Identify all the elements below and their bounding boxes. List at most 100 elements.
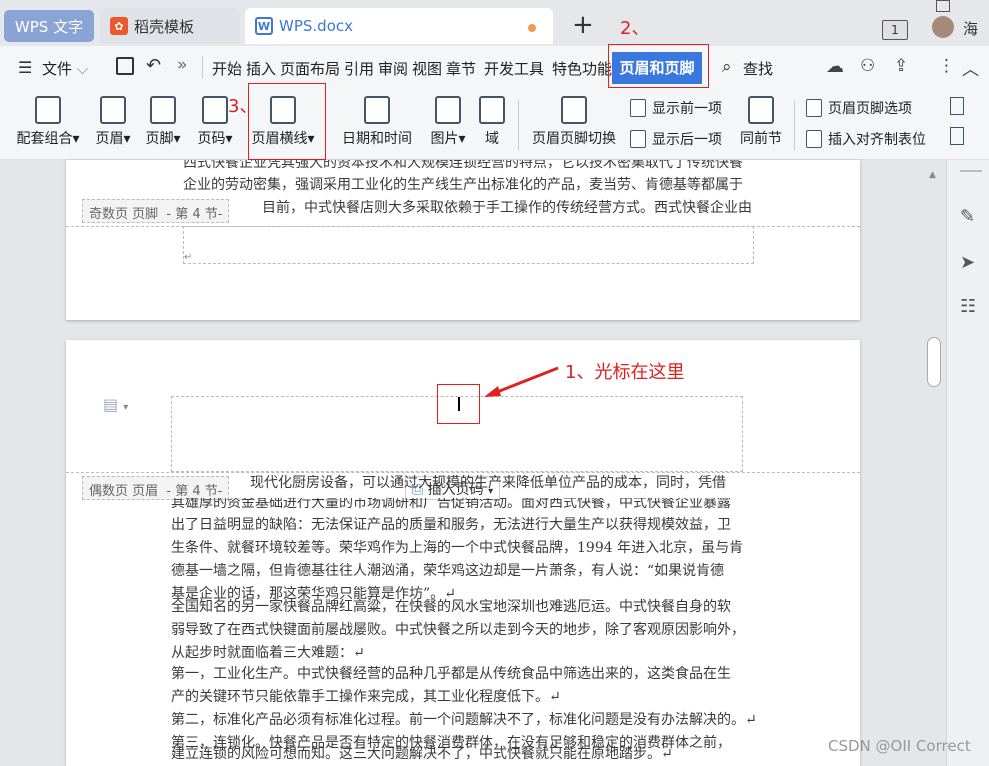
doc-line: 目前，中式快餐店则大多采取依赖于手工操作的传统经营方式。西式快餐企业由	[262, 200, 752, 216]
window-count-badge[interactable]: 1	[882, 20, 908, 40]
paragraph-mark: ↵	[184, 252, 193, 263]
divider	[202, 56, 203, 78]
insert-align-tab-button[interactable]: 插入对齐制表位	[806, 129, 926, 149]
menu-item-5[interactable]: 视图	[412, 58, 442, 79]
set-combo-label: 配套组合	[16, 131, 73, 147]
show-previous-label: 显示前一项	[652, 101, 722, 117]
menu-item-8[interactable]: 特色功能	[552, 58, 612, 79]
divider	[794, 100, 795, 150]
footer-label: 页脚	[145, 131, 174, 147]
undo-icon[interactable]: ↶	[146, 55, 161, 76]
menu-item-4[interactable]: 审阅	[378, 58, 408, 79]
show-next-button[interactable]: 显示后一项	[630, 129, 722, 149]
tab-document[interactable]: W WPS.docx	[245, 8, 553, 44]
maximize-icon[interactable]	[936, 0, 950, 12]
overflow-icon-2[interactable]	[950, 127, 964, 145]
menu-item-3[interactable]: 引用	[344, 58, 374, 79]
doc-line: 现代化厨房设备，可以通过大规模的生产来降低单位产品的成本，同时，凭借	[250, 475, 726, 491]
user-name[interactable]: 海	[963, 18, 978, 39]
pen-edit-icon[interactable]: ✎	[960, 206, 975, 227]
word-doc-icon: W	[255, 17, 273, 35]
docer-icon: ✿	[110, 17, 128, 35]
search-label[interactable]: 查找	[743, 58, 773, 79]
search-icon[interactable]: ⌕	[722, 57, 732, 77]
tab-docer-templates[interactable]: ✿ 稻壳模板	[100, 8, 240, 44]
same-as-previous-icon	[748, 96, 774, 124]
calendar-icon	[364, 96, 390, 124]
more-chevrons-icon[interactable]: »	[177, 55, 187, 75]
doc-line: 企业的劳动密集，强调采用工业化的生产线生产出标准化的产品，麦当劳、肯德基等都属于	[183, 177, 743, 193]
odd-page-footer-tag: 奇数页 页脚 - 第 4 节-	[82, 199, 230, 223]
header-footer-switch-button[interactable]: 页眉页脚切换	[528, 96, 620, 148]
annotation-arrow	[484, 366, 559, 397]
avatar[interactable]	[932, 16, 954, 38]
scrollbar-thumb[interactable]	[927, 337, 941, 387]
menu-item-6[interactable]: 章节	[446, 58, 476, 79]
header-icon	[100, 96, 126, 124]
menu-file[interactable]: 文件 ⌵	[42, 58, 88, 79]
picture-icon	[435, 96, 461, 124]
align-tab-icon	[806, 130, 822, 148]
align-tab-label: 插入对齐制表位	[828, 132, 926, 148]
field-label: 域	[485, 131, 499, 147]
tab-docer-label: 稻壳模板	[134, 17, 195, 36]
share-icon[interactable]: ⇪	[894, 56, 908, 76]
new-tab-button[interactable]: +	[572, 10, 594, 40]
scroll-up-icon[interactable]: ▲	[929, 170, 936, 180]
menu-item-1[interactable]: 插入	[246, 58, 276, 79]
section-label: - 第 4 节-	[166, 207, 223, 222]
tab-wps-writer[interactable]: WPS 文字	[4, 10, 94, 42]
header-label: 页眉	[95, 131, 124, 147]
menu-item-0[interactable]: 开始	[212, 58, 242, 79]
doc-line: 从起步时就面临着三大难题：↵	[171, 645, 365, 661]
doc-line: 出了日益明显的缺陷：无法保证产品的质量和服务，无法进行大量生产以获得规模效益，卫	[171, 517, 731, 533]
right-side-toolbar	[946, 160, 989, 766]
watermark: CSDN @OII Correct	[828, 737, 971, 755]
menu-item-7[interactable]: 开发工具	[484, 58, 544, 79]
divider	[518, 100, 519, 150]
collapse-ribbon-icon[interactable]: ︿	[962, 55, 979, 80]
field-button[interactable]: 域	[478, 96, 506, 148]
date-time-label: 日期和时间	[342, 131, 412, 147]
save-icon[interactable]	[116, 57, 134, 75]
doc-line: 德基一墙之隔，但肯德基往往人潮汹涌，荣华鸡这边却是一片萧条，有人说：“如果说肯德	[171, 563, 725, 579]
menu-file-label: 文件	[42, 60, 73, 78]
menu-item-2[interactable]: 页面布局	[280, 58, 340, 79]
picture-label: 图片	[430, 131, 459, 147]
picture-button[interactable]: 图片▾	[426, 96, 470, 148]
show-previous-button[interactable]: 显示前一项	[630, 98, 722, 118]
pointer-icon[interactable]: ➤	[960, 252, 975, 273]
date-time-button[interactable]: 日期和时间	[340, 96, 414, 148]
options-label: 页眉页脚选项	[828, 101, 912, 117]
footer-button[interactable]: 页脚▾	[142, 96, 184, 148]
header-footer-options-button[interactable]: 页眉页脚选项	[806, 98, 912, 118]
footer-area[interactable]	[183, 226, 754, 264]
footer-tag-label: 奇数页 页脚	[89, 207, 159, 222]
switch-label: 页眉页脚切换	[532, 131, 616, 147]
footer-icon	[150, 96, 176, 124]
document-icon[interactable]: ▤ ▾	[103, 395, 128, 414]
cloud-icon[interactable]: ☁	[826, 56, 844, 77]
page-number-icon	[202, 96, 228, 124]
header-button[interactable]: 页眉▾	[92, 96, 134, 148]
doc-line: 建立连锁的风险可想而知。这三大问题解决不了，中式快餐就只能在原地踏步。↵	[171, 746, 673, 762]
same-as-previous-button[interactable]: 同前节	[738, 96, 784, 148]
annotation-box-3	[248, 83, 326, 160]
set-combo-button[interactable]: 配套组合▾	[12, 96, 84, 148]
options-icon	[806, 99, 822, 117]
doc-line: 全国知名的另一家快餐品牌红高粱，在快餐的风水宝地深圳也难逃厄运。中式快餐自身的软	[171, 599, 731, 615]
doc-line: 产的关键环节只能依靠手工操作来完成，其工业化程度低下。↵	[171, 689, 561, 705]
add-user-icon[interactable]: ⚇	[860, 56, 875, 76]
hamburger-icon[interactable]: ☰	[18, 58, 32, 77]
show-next-icon	[630, 130, 646, 148]
section-label: - 第 4 节-	[166, 484, 223, 499]
overflow-icon[interactable]	[950, 97, 964, 115]
doc-line: 第一，工业化生产。中式快餐经营的品种几乎都是从传统食品中筛选出来的，这类食品在生	[171, 666, 731, 682]
more-vertical-icon[interactable]: ⋮	[938, 56, 955, 76]
doc-line: 弱导致了在西式快键面前屡战屡败。中式快餐之所以走到今天的地步，除了客观原因影响外…	[171, 622, 745, 638]
show-previous-icon	[630, 99, 646, 117]
settings-sliders-icon[interactable]: ☷	[960, 296, 976, 317]
vertical-scrollbar[interactable]	[922, 160, 944, 766]
header-tag-label: 偶数页 页眉	[89, 484, 159, 499]
drag-handle-icon[interactable]	[960, 170, 982, 172]
